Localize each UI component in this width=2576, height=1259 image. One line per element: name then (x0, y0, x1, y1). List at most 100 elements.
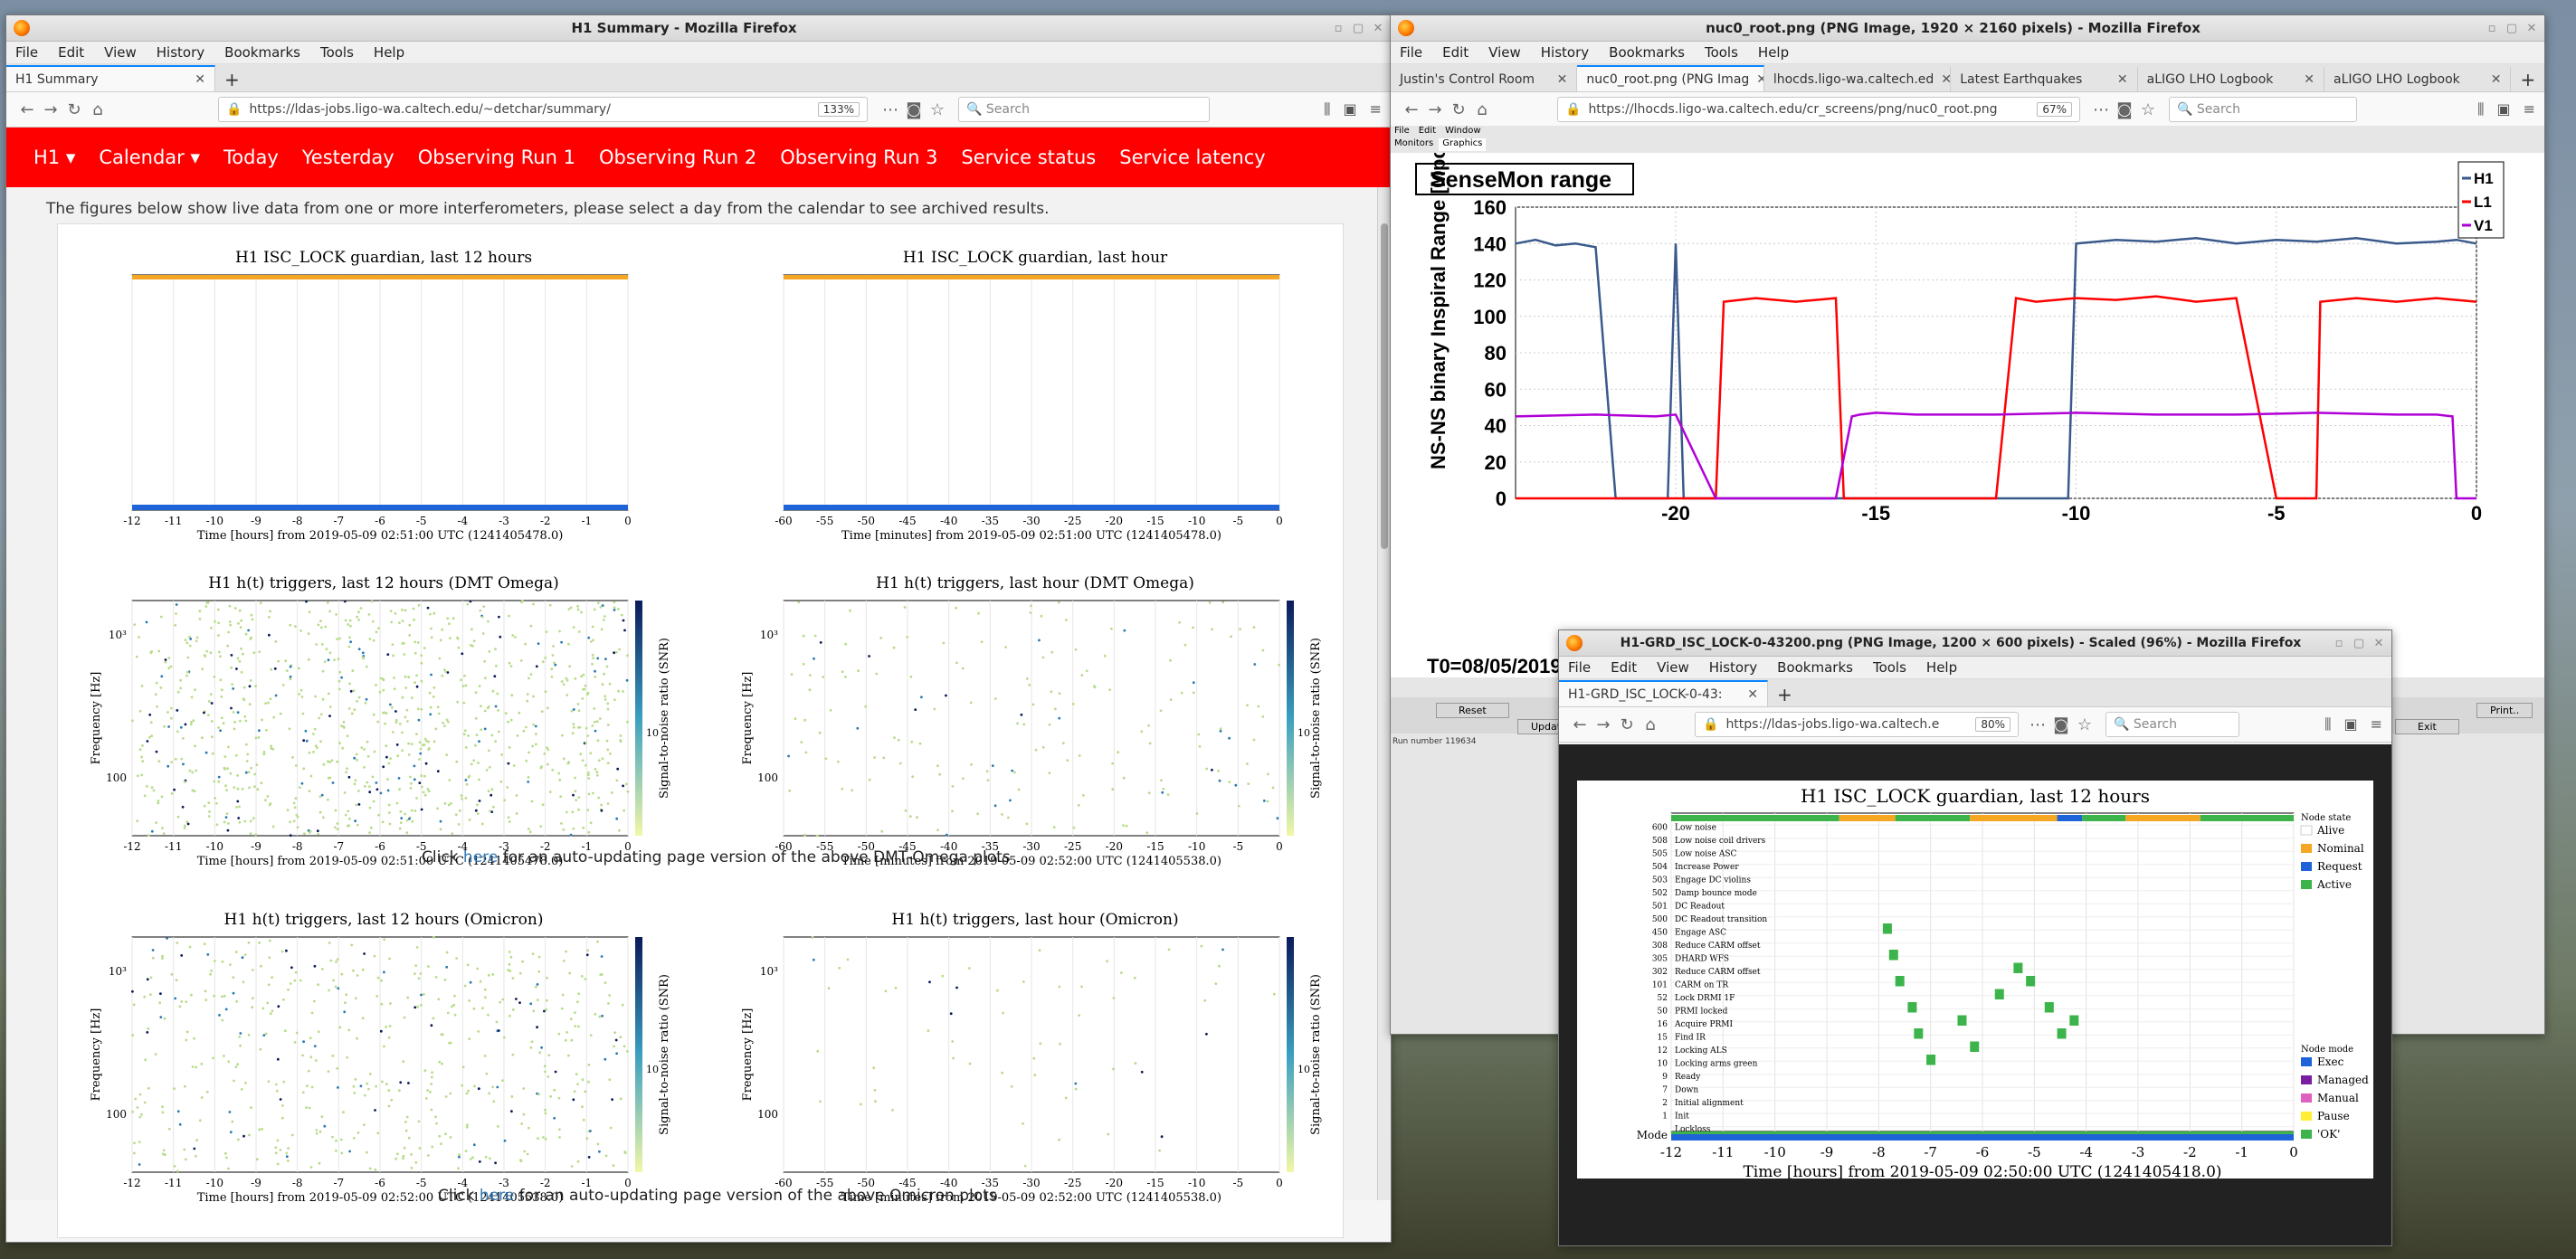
print-button[interactable]: Print.. (2476, 703, 2533, 718)
nav-service-latency[interactable]: Service latency (1119, 147, 1265, 168)
maximize-icon[interactable]: ▢ (2352, 637, 2366, 650)
pocket-icon[interactable]: ◙ (902, 100, 926, 119)
app-menu-window[interactable]: Window (1445, 126, 1480, 138)
menu-bookmarks[interactable]: Bookmarks (1777, 659, 1853, 676)
tab-aligo-logbook-2[interactable]: aLIGO LHO Logbook ✕ (2324, 67, 2512, 91)
minimize-icon[interactable]: ▫ (1331, 22, 1345, 35)
new-tab-icon[interactable]: + (2511, 67, 2544, 91)
url-bar[interactable]: 🔒 https://ldas-jobs.ligo-wa.caltech.edu/… (218, 97, 868, 122)
minimize-icon[interactable]: ▫ (2485, 22, 2499, 35)
close-tab-icon[interactable]: ✕ (2110, 72, 2128, 87)
sidebar-icon[interactable]: ▣ (1343, 100, 1356, 118)
search-input[interactable]: 🔍 Search (2105, 712, 2239, 737)
menu-bookmarks[interactable]: Bookmarks (224, 44, 300, 61)
bookmark-star-icon[interactable]: ☆ (2136, 100, 2160, 119)
hamburger-menu-icon[interactable]: ≡ (2371, 715, 2382, 734)
summary-plot[interactable]: H1 h(t) triggers, last hour (DMT Omega)-… (727, 568, 1343, 866)
reload-icon[interactable]: ↻ (1615, 715, 1639, 734)
maximize-icon[interactable]: ▢ (1351, 22, 1365, 35)
nav-yesterday[interactable]: Yesterday (302, 147, 394, 168)
minimize-icon[interactable]: ▫ (2332, 637, 2346, 650)
back-icon[interactable]: ← (1568, 715, 1592, 734)
dmt-omega-link[interactable]: here (463, 848, 498, 866)
app-menu-file[interactable]: File (1394, 126, 1410, 138)
tab-lhocds[interactable]: lhocds.ligo-wa.caltech.ed ✕ (1764, 67, 1952, 91)
left-titlebar[interactable]: H1 Summary - Mozilla Firefox ▫ ▢ ✕ (6, 15, 1391, 42)
summary-plot[interactable]: H1 ISC_LOCK guardian, last 12 hours-12 -1… (76, 242, 691, 541)
exit-button[interactable]: Exit (2395, 719, 2459, 734)
forward-icon[interactable]: → (1423, 100, 1447, 119)
library-icon[interactable]: ⫼ (2477, 100, 2484, 118)
nav-observing-run-2[interactable]: Observing Run 2 (599, 147, 756, 168)
zoom-level[interactable]: 80% (1975, 717, 2010, 732)
menu-help[interactable]: Help (1926, 659, 1957, 676)
close-icon[interactable]: ✕ (1371, 22, 1385, 35)
left-scrollbar[interactable] (1377, 187, 1391, 1200)
popup-titlebar[interactable]: H1-GRD_ISC_LOCK-0-43200.png (PNG Image, … (1559, 630, 2391, 657)
menu-view[interactable]: View (1488, 44, 1521, 61)
menu-edit[interactable]: Edit (1442, 44, 1469, 61)
menu-help[interactable]: Help (1758, 44, 1789, 61)
tab-aligo-logbook-1[interactable]: aLIGO LHO Logbook ✕ (2138, 67, 2325, 91)
right-titlebar[interactable]: nuc0_root.png (PNG Image, 1920 × 2160 pi… (1391, 15, 2544, 42)
menu-file[interactable]: File (15, 44, 38, 61)
search-input[interactable]: 🔍 Search (2169, 97, 2357, 122)
menu-tools[interactable]: Tools (1705, 44, 1738, 61)
nav-calendar-dropdown[interactable]: Calendar ▾ (99, 147, 200, 168)
menu-tools[interactable]: Tools (1873, 659, 1906, 676)
close-tab-icon[interactable]: ✕ (187, 72, 205, 87)
url-bar[interactable]: 🔒 https://lhocds.ligo-wa.caltech.edu/cr_… (1557, 97, 2080, 122)
bookmark-star-icon[interactable]: ☆ (926, 100, 949, 119)
menu-history[interactable]: History (1541, 44, 1589, 61)
omicron-link[interactable]: here (480, 1187, 514, 1205)
reset-button[interactable]: Reset (1436, 703, 1509, 718)
back-icon[interactable]: ← (1400, 100, 1423, 119)
hamburger-menu-icon[interactable]: ≡ (2524, 100, 2535, 118)
close-tab-icon[interactable]: ✕ (2484, 72, 2502, 87)
nav-observing-run-3[interactable]: Observing Run 3 (780, 147, 937, 168)
tab-justins-control-room[interactable]: Justin's Control Room ✕ (1391, 67, 1578, 91)
summary-plot[interactable]: H1 h(t) triggers, last hour (Omicron)-60… (727, 904, 1343, 1203)
close-tab-icon[interactable]: ✕ (2296, 72, 2315, 87)
close-tab-icon[interactable]: ✕ (1934, 72, 1950, 87)
library-icon[interactable]: ⫼ (1324, 100, 1330, 118)
close-icon[interactable]: ✕ (2524, 22, 2539, 35)
url-bar[interactable]: 🔒 https://ldas-jobs.ligo-wa.caltech.e 80… (1695, 712, 2019, 737)
sidebar-icon[interactable]: ▣ (2496, 100, 2510, 118)
nav-observing-run-1[interactable]: Observing Run 1 (418, 147, 575, 168)
app-tab-monitors[interactable]: Monitors (1394, 138, 1433, 151)
nav-h1-dropdown[interactable]: H1 ▾ (33, 147, 75, 168)
reload-icon[interactable]: ↻ (1447, 100, 1470, 119)
new-tab-icon[interactable]: + (1768, 682, 1801, 706)
home-icon[interactable]: ⌂ (1470, 100, 1494, 119)
menu-view[interactable]: View (104, 44, 137, 61)
pocket-icon[interactable]: ◙ (2113, 100, 2136, 119)
menu-history[interactable]: History (157, 44, 204, 61)
home-icon[interactable]: ⌂ (1639, 715, 1662, 734)
tab-latest-earthquakes[interactable]: Latest Earthquakes ✕ (1951, 67, 2138, 91)
tab-h1-summary[interactable]: H1 Summary ✕ (6, 65, 215, 91)
close-tab-icon[interactable]: ✕ (1749, 72, 1763, 87)
forward-icon[interactable]: → (39, 100, 62, 119)
reload-icon[interactable]: ↻ (62, 100, 86, 119)
menu-file[interactable]: File (1400, 44, 1422, 61)
library-icon[interactable]: ⫼ (2324, 715, 2331, 734)
forward-icon[interactable]: → (1592, 715, 1615, 734)
pocket-icon[interactable]: ◙ (2049, 715, 2073, 734)
zoom-level[interactable]: 133% (817, 102, 860, 117)
app-tab-graphics[interactable]: Graphics (1439, 138, 1487, 151)
summary-plot[interactable]: H1 ISC_LOCK guardian, last hour-60 -55 -50… (727, 242, 1343, 541)
menu-edit[interactable]: Edit (1611, 659, 1637, 676)
home-icon[interactable]: ⌂ (86, 100, 109, 119)
close-tab-icon[interactable]: ✕ (1550, 72, 1568, 87)
zoom-level[interactable]: 67% (2037, 102, 2072, 117)
close-tab-icon[interactable]: ✕ (1740, 687, 1758, 702)
back-icon[interactable]: ← (15, 100, 39, 119)
menu-edit[interactable]: Edit (58, 44, 84, 61)
maximize-icon[interactable]: ▢ (2505, 22, 2519, 35)
close-icon[interactable]: ✕ (2372, 637, 2386, 650)
nav-today[interactable]: Today (223, 147, 279, 168)
summary-plot[interactable]: H1 h(t) triggers, last 12 hours (Omicron… (76, 904, 691, 1203)
nav-service-status[interactable]: Service status (961, 147, 1096, 168)
tab-isc-lock-png[interactable]: H1-GRD_ISC_LOCK-0-43: ✕ (1559, 680, 1768, 706)
